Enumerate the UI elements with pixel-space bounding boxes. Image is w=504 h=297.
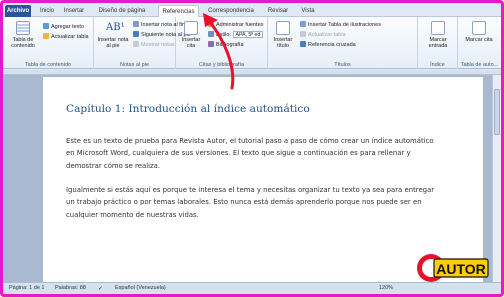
mark-entry-icon	[431, 21, 445, 35]
table-figures-icon	[300, 21, 306, 27]
group-label-captions: Títulos	[334, 62, 351, 68]
insert-footnote-button[interactable]: AB¹ Insertar nota al pie	[96, 21, 130, 49]
mark-citation-icon	[472, 21, 486, 35]
group-citations: Insertar cita Administrar fuentes Estilo…	[176, 17, 268, 69]
add-text-button[interactable]: Agregar texto	[43, 23, 84, 31]
mark-entry-label: Marcar entrada	[428, 37, 448, 49]
word-count[interactable]: Palabras: 88	[55, 285, 86, 291]
status-bar: Página: 1 de 1 Palabras: 88 ✓ Español (V…	[3, 282, 501, 294]
insert-table-figures-label: Insertar Tabla de ilustraciones	[308, 22, 381, 28]
group-toc: Tabla de contenido Agregar texto Actuali…	[3, 17, 94, 69]
tab-vista[interactable]: Vista	[296, 5, 320, 17]
group-index: Marcar entrada Índice	[418, 17, 458, 69]
style-label: Estilo:	[216, 32, 231, 38]
group-authorities: Marcar cita Tabla de auto...	[458, 17, 501, 69]
cross-reference-button[interactable]: Referencia cruzada	[300, 41, 356, 49]
update-table-figures-label: Actualizar tabla	[308, 32, 346, 38]
spellcheck-icon[interactable]: ✓	[98, 285, 103, 292]
paragraph-1: Este es un texto de prueba para Revista …	[66, 137, 434, 170]
insert-caption-button[interactable]: Insertar título	[270, 21, 296, 49]
mark-entry-button[interactable]: Marcar entrada	[421, 21, 455, 49]
tab-insertar[interactable]: Insertar	[61, 5, 87, 17]
page-count[interactable]: Página: 1 de 1	[9, 285, 44, 291]
mark-citation-label: Marcar cita	[465, 37, 493, 43]
mark-citation-button[interactable]: Marcar cita	[462, 21, 496, 43]
cross-reference-icon	[300, 41, 306, 47]
insert-citation-label: Insertar cita	[181, 37, 201, 49]
footnote-icon: AB¹	[106, 22, 125, 33]
insert-footnote-label: Insertar nota al pie	[97, 37, 129, 49]
group-label-citations: Citas y bibliografía	[198, 62, 245, 68]
group-label-toc: Tabla de contenido	[24, 62, 72, 68]
next-footnote-icon	[133, 31, 139, 37]
group-captions: Insertar título Insertar Tabla de ilustr…	[268, 17, 418, 69]
style-selector[interactable]: Estilo: APA, 5ª ed	[208, 31, 264, 39]
ribbon-tabs: Archivo Inicio Insertar Diseño de página…	[3, 3, 501, 17]
add-text-icon	[43, 23, 49, 29]
bibliography-icon	[208, 41, 214, 47]
update-table-figures-icon	[300, 31, 306, 37]
ribbon: Tabla de contenido Agregar texto Actuali…	[3, 17, 501, 69]
show-notes-icon	[133, 41, 139, 47]
bibliography-button[interactable]: Bibliografía	[208, 41, 244, 49]
cross-reference-label: Referencia cruzada	[308, 42, 356, 48]
update-toc-label: Actualizar tabla	[51, 34, 89, 40]
vertical-scrollbar[interactable]	[492, 75, 501, 282]
tab-archivo[interactable]: Archivo	[5, 5, 31, 17]
document-workspace: Capítulo 1: Introducción al índice autom…	[3, 70, 501, 282]
paragraph-2: Igualmente si estás aquí es porque te in…	[66, 186, 435, 219]
autor-logo: AUTOR	[417, 254, 489, 282]
language-indicator[interactable]: Español (Venezuela)	[115, 285, 166, 291]
caption-icon	[276, 21, 290, 35]
horizontal-ruler	[3, 70, 501, 75]
tab-revisar[interactable]: Revisar	[264, 5, 292, 17]
style-icon	[208, 31, 214, 37]
document-page[interactable]: Capítulo 1: Introducción al índice autom…	[43, 77, 483, 282]
insert-table-figures-button[interactable]: Insertar Tabla de ilustraciones	[300, 21, 381, 29]
show-notes-label: Mostrar notas	[141, 42, 175, 48]
tab-correspondencia[interactable]: Correspondencia	[203, 5, 259, 17]
bibliography-label: Bibliografía	[216, 42, 244, 48]
group-label-authorities: Tabla de auto...	[460, 62, 499, 68]
style-combo[interactable]: APA, 5ª ed	[232, 31, 264, 38]
tab-referencias[interactable]: Referencias	[158, 5, 199, 17]
endnote-icon	[133, 21, 139, 27]
chapter-heading: Capítulo 1: Introducción al índice autom…	[66, 103, 310, 115]
insert-caption-label: Insertar título	[273, 37, 293, 49]
group-label-index: Índice	[430, 62, 445, 68]
zoom-level[interactable]: 120%	[379, 285, 393, 291]
tab-diseno-pagina[interactable]: Diseño de página	[93, 5, 151, 17]
update-icon	[43, 33, 49, 39]
insert-citation-button[interactable]: Insertar cita	[178, 21, 204, 49]
word-window: Archivo Inicio Insertar Diseño de página…	[3, 3, 501, 294]
toc-label: Tabla de contenido	[11, 37, 35, 49]
update-toc-button[interactable]: Actualizar tabla	[43, 33, 89, 41]
manage-sources-label: Administrar fuentes	[216, 22, 264, 28]
add-text-label: Agregar texto	[51, 24, 85, 30]
update-table-figures-button[interactable]: Actualizar tabla	[300, 31, 346, 39]
svg-text:AUTOR: AUTOR	[436, 261, 486, 277]
manage-sources-button[interactable]: Administrar fuentes	[208, 21, 263, 29]
toc-icon	[16, 21, 30, 35]
scroll-thumb[interactable]	[494, 89, 500, 135]
group-footnotes: AB¹ Insertar nota al pie Insertar nota a…	[94, 17, 191, 69]
toc-button[interactable]: Tabla de contenido	[6, 21, 40, 49]
show-notes-button[interactable]: Mostrar notas	[133, 41, 175, 49]
citation-icon	[184, 21, 198, 35]
tab-inicio[interactable]: Inicio	[37, 5, 57, 17]
manage-sources-icon	[208, 21, 214, 27]
group-label-footnotes: Notas al pie	[119, 62, 150, 68]
